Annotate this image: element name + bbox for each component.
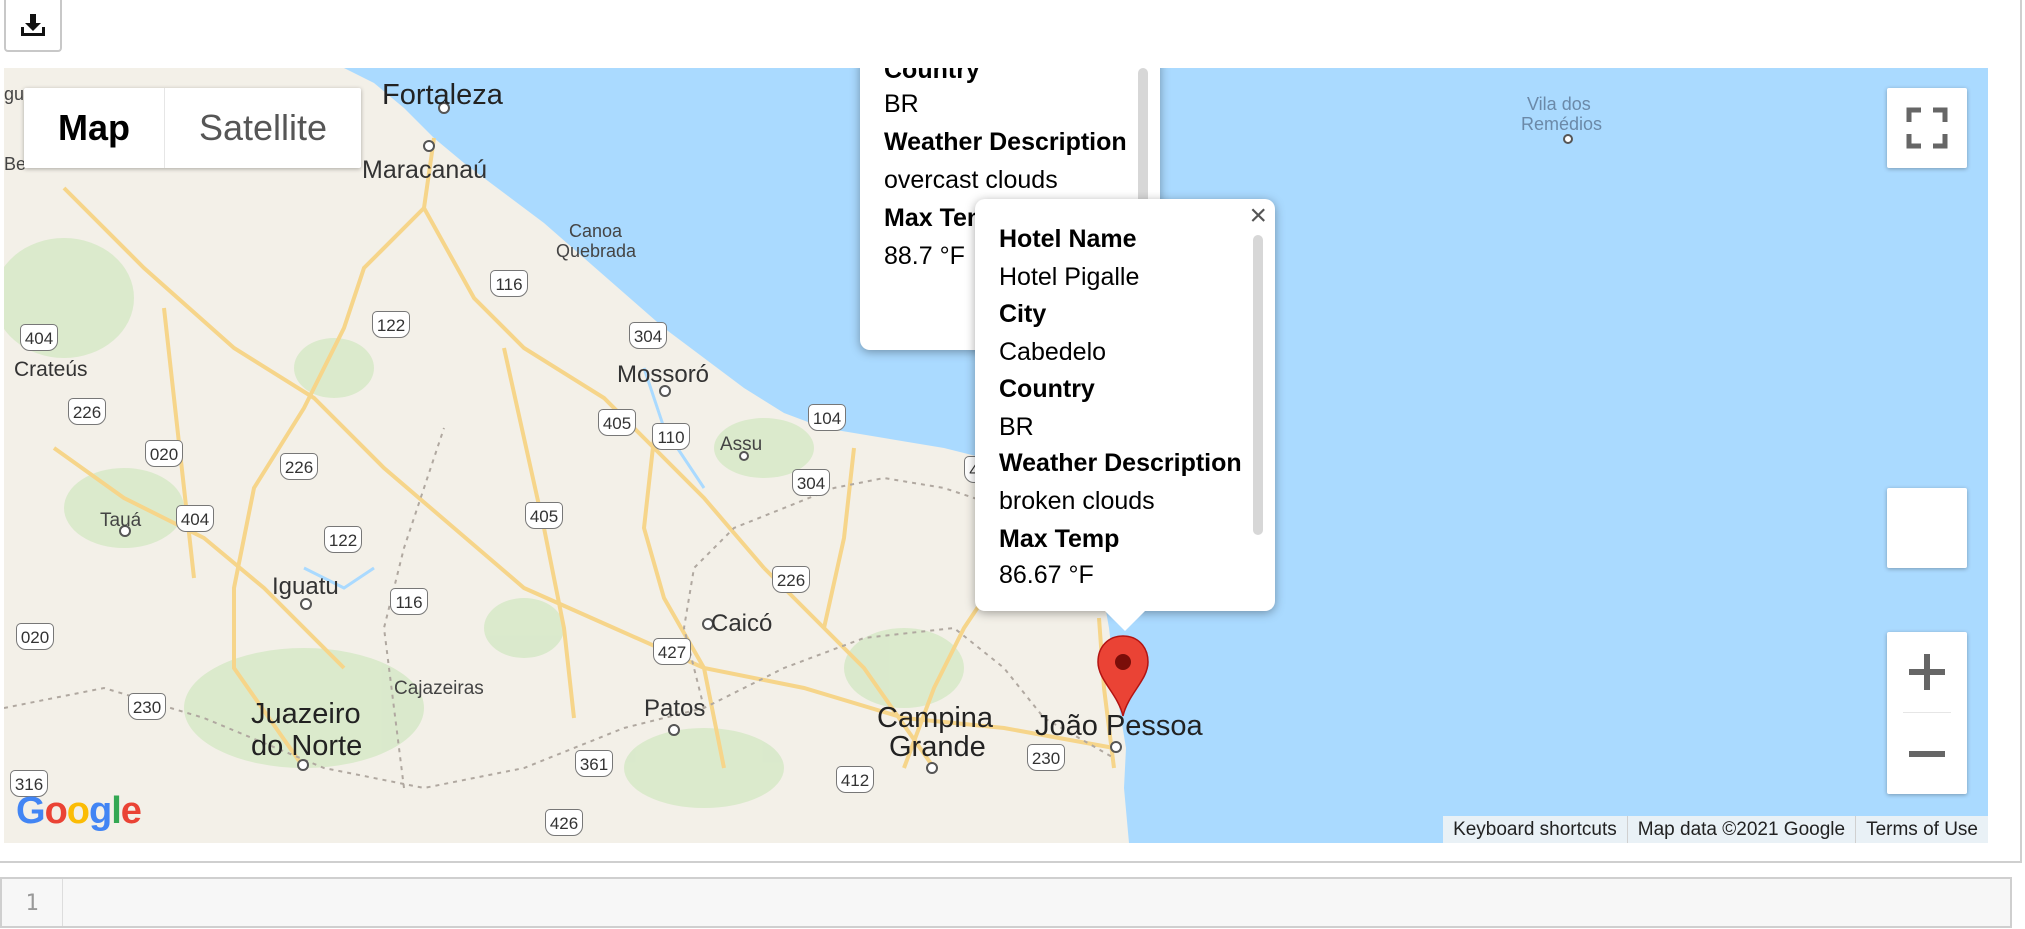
info-value: BR xyxy=(999,413,1034,441)
road-shield: 110 xyxy=(652,423,690,450)
label-juazeiro: Juazeiro xyxy=(251,698,361,730)
info-scrollbar[interactable] xyxy=(1138,68,1148,208)
label-iguatu: Iguatu xyxy=(272,573,339,600)
map-pin-icon[interactable] xyxy=(1096,634,1150,718)
label-quebrada: Quebrada xyxy=(556,241,637,261)
road-shield: 405 xyxy=(598,409,636,436)
info-value: Hotel Pigalle xyxy=(999,263,1140,291)
zoom-in-button[interactable] xyxy=(1887,632,1967,712)
minus-icon xyxy=(1909,751,1945,757)
info-key: Weather Description xyxy=(999,449,1242,477)
info-window[interactable]: × Hotel Name Hotel Pigalle City Cabedelo… xyxy=(975,199,1275,631)
map-type-map-button[interactable]: Map xyxy=(24,88,164,168)
road-shield: 426 xyxy=(545,809,583,836)
label-caico: Caicó xyxy=(711,610,773,637)
label-grande: Grande xyxy=(889,731,986,763)
road-shield: 230 xyxy=(1027,744,1065,771)
road-shield: 427 xyxy=(653,638,691,665)
road-shield: 116 xyxy=(390,588,428,615)
label-canoa: Canoa xyxy=(569,221,623,241)
label-taua: Tauá xyxy=(100,510,142,531)
label-maracanau: Maracanaú xyxy=(362,156,488,184)
info-key: City xyxy=(999,300,1047,328)
road-shield: 226 xyxy=(68,398,106,425)
road-shield: 405 xyxy=(525,502,563,529)
download-icon xyxy=(21,14,45,36)
label-do-norte: do Norte xyxy=(251,730,363,762)
road-shield: 020 xyxy=(16,623,54,650)
info-window-tail xyxy=(1103,609,1147,631)
road-shield: 104 xyxy=(808,404,846,431)
fullscreen-button[interactable] xyxy=(1887,88,1967,168)
label-patos: Patos xyxy=(644,695,706,722)
road-shield: 122 xyxy=(324,526,362,553)
plus-icon xyxy=(1909,654,1945,690)
road-shield: 230 xyxy=(128,693,166,720)
info-value: 88.7 °F xyxy=(884,242,965,270)
label-mossoro: Mossoró xyxy=(617,361,710,388)
info-key: Max Temp xyxy=(999,525,1120,553)
zoom-out-button[interactable] xyxy=(1887,714,1967,794)
label-fortaleza: Fortaleza xyxy=(382,79,503,111)
terms-of-use-link[interactable]: Terms of Use xyxy=(1855,816,1988,843)
info-value: BR xyxy=(884,90,919,118)
road-shield: 122 xyxy=(372,311,410,338)
keyboard-shortcuts-link[interactable]: Keyboard shortcuts xyxy=(1443,816,1627,843)
info-value: Cabedelo xyxy=(999,338,1107,366)
zoom-control xyxy=(1887,632,1967,794)
label-edge-be: Be xyxy=(4,154,27,174)
street-view-button[interactable] xyxy=(1887,488,1967,568)
google-map[interactable]: Fortaleza Maracanaú Canoa Quebrada Vila … xyxy=(4,68,1988,843)
zoom-divider xyxy=(1903,712,1951,713)
road-shield: 404 xyxy=(176,505,214,532)
line-number: 1 xyxy=(2,879,63,926)
info-key: Weather Description xyxy=(884,128,1127,156)
info-key: Hotel Name xyxy=(999,225,1137,253)
code-cell-input[interactable]: 1 xyxy=(0,877,2012,928)
close-icon: × xyxy=(1249,199,1267,232)
close-button[interactable]: × xyxy=(1249,201,1267,231)
fullscreen-icon xyxy=(1906,107,1948,149)
map-attribution: Keyboard shortcuts Map data ©2021 Google… xyxy=(1443,816,1988,843)
road-shield: 226 xyxy=(772,566,810,593)
map-data-label: Map data ©2021 Google xyxy=(1626,816,1855,843)
road-shield: 404 xyxy=(20,324,58,351)
info-key: Country xyxy=(999,375,1095,403)
road-shield: 304 xyxy=(792,469,830,496)
label-remedios: Remédios xyxy=(1521,114,1603,134)
road-shield: 412 xyxy=(836,766,874,793)
label-edge-gu: gu xyxy=(4,84,25,104)
road-shield: 116 xyxy=(490,270,528,297)
download-button[interactable] xyxy=(4,0,62,52)
road-shield: 020 xyxy=(145,440,183,467)
info-scrollbar[interactable] xyxy=(1253,235,1263,535)
label-crateus: Crateús xyxy=(14,358,88,381)
info-value: overcast clouds xyxy=(884,166,1058,194)
label-cajazeiras: Cajazeiras xyxy=(394,678,484,699)
info-value: broken clouds xyxy=(999,487,1155,515)
label-vila-dos: Vila dos xyxy=(1527,94,1591,114)
google-logo: Google xyxy=(16,790,142,832)
map-type-control: Map Satellite xyxy=(24,88,362,168)
road-shield: 361 xyxy=(575,750,613,777)
label-assu: Assu xyxy=(720,434,763,455)
map-type-satellite-button[interactable]: Satellite xyxy=(164,88,361,168)
road-shield: 226 xyxy=(280,453,318,480)
info-value: 86.67 °F xyxy=(999,561,1094,589)
road-shield: 304 xyxy=(629,322,667,349)
